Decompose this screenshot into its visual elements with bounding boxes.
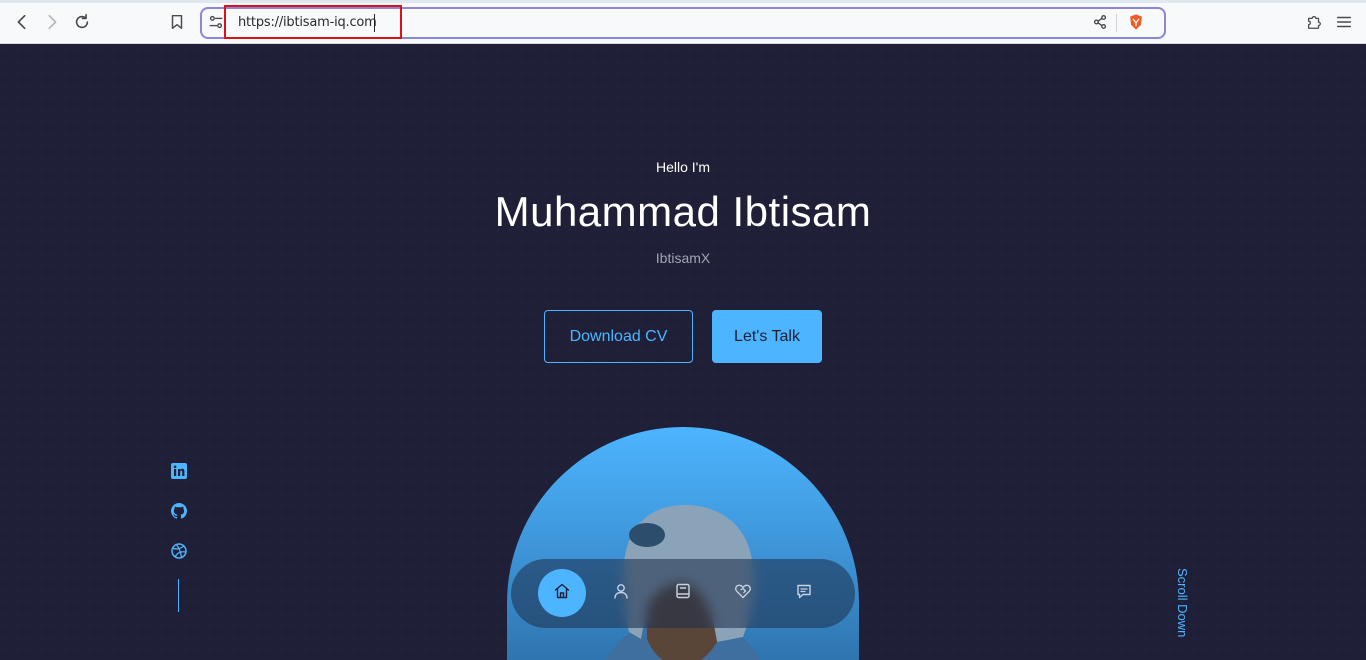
site-settings-icon[interactable] [206, 12, 226, 32]
home-icon [553, 582, 571, 605]
portfolio-page: Hello I'm Muhammad Ibtisam IbtisamX Down… [0, 44, 1366, 660]
hamburger-menu-icon[interactable] [1334, 12, 1354, 32]
text-caret [374, 14, 375, 32]
dribbble-icon[interactable] [170, 542, 188, 560]
handle-text: IbtisamX [655, 250, 711, 266]
bottom-navigation [511, 559, 855, 628]
download-cv-button[interactable]: Download CV [544, 310, 693, 363]
lets-talk-button[interactable]: Let's Talk [712, 310, 822, 363]
share-icon[interactable] [1090, 12, 1110, 32]
greeting-text: Hello I'm [655, 159, 711, 175]
book-icon [674, 582, 692, 605]
github-icon[interactable] [170, 502, 188, 520]
user-icon [612, 582, 630, 605]
nav-about[interactable] [597, 569, 645, 617]
scroll-down-link[interactable]: Scroll Down [1175, 568, 1190, 637]
back-arrow-icon[interactable] [12, 12, 32, 32]
brave-shield-icon[interactable] [1126, 12, 1146, 32]
nav-experience[interactable] [659, 569, 707, 617]
tab-strip-edge [0, 0, 1366, 3]
browser-toolbar: https://ibtisam-iq.com [0, 0, 1366, 44]
social-divider-line [178, 579, 179, 612]
nav-services[interactable] [719, 569, 767, 617]
forward-arrow-icon[interactable] [42, 12, 62, 32]
page-title: Muhammad Ibtisam [494, 188, 872, 235]
bookmark-icon[interactable] [167, 12, 187, 32]
linkedin-icon[interactable] [170, 462, 188, 480]
nav-contact[interactable] [780, 569, 828, 617]
toolbar-divider [1116, 14, 1117, 32]
reload-icon[interactable] [72, 12, 92, 32]
url-text[interactable]: https://ibtisam-iq.com [238, 15, 377, 30]
puzzle-icon[interactable] [1304, 12, 1324, 32]
nav-home[interactable] [538, 569, 586, 617]
heart-handshake-icon [734, 582, 752, 605]
message-icon [795, 582, 813, 605]
